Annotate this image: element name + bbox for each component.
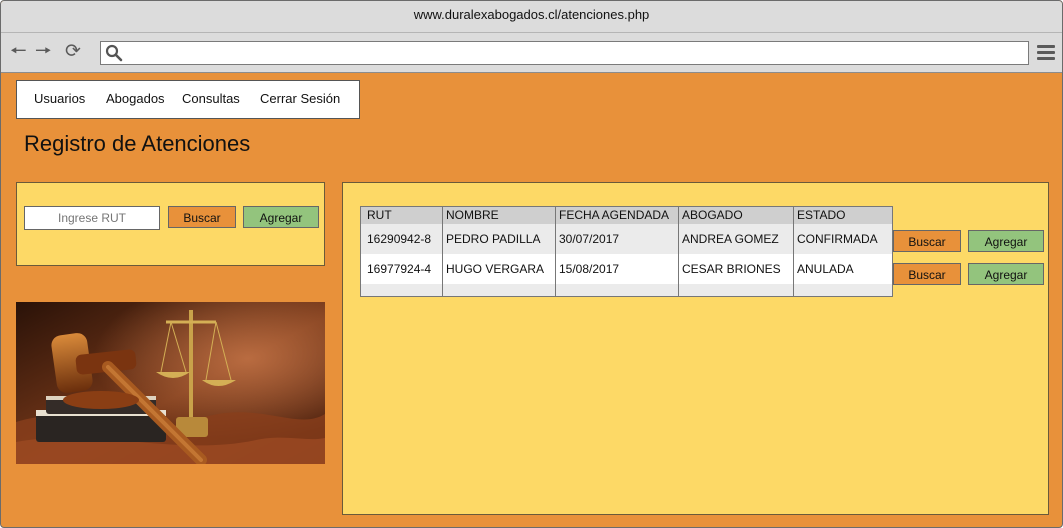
- column-divider: [442, 207, 443, 296]
- atenciones-table: RUT NOMBRE FECHA AGENDADA ABOGADO ESTADO…: [360, 206, 893, 297]
- table-cell: 16977924-4: [367, 262, 432, 276]
- address-bar[interactable]: [100, 41, 1029, 65]
- browser-toolbar: 🠔 🠖 ⟳: [1, 33, 1062, 73]
- main-menu: Usuarios Abogados Consultas Cerrar Sesió…: [16, 80, 360, 119]
- table-cell: ANDREA GOMEZ: [682, 232, 779, 246]
- column-divider: [555, 207, 556, 296]
- search-panel: Buscar Agregar: [16, 182, 325, 266]
- table-cell: CESAR BRIONES: [682, 262, 781, 276]
- menu-item-abogados[interactable]: Abogados: [106, 91, 165, 106]
- reload-icon[interactable]: ⟳: [65, 41, 81, 63]
- column-header-nombre: NOMBRE: [446, 208, 499, 222]
- hamburger-menu-icon[interactable]: [1037, 45, 1055, 63]
- search-icon: [105, 44, 123, 62]
- menu-item-cerrar-sesion[interactable]: Cerrar Sesión: [260, 91, 340, 106]
- gavel-scales-image: [16, 302, 325, 464]
- page-title: Registro de Atenciones: [24, 131, 251, 156]
- results-panel: RUT NOMBRE FECHA AGENDADA ABOGADO ESTADO…: [342, 182, 1049, 515]
- table-cell: CONFIRMADA: [797, 232, 878, 246]
- table-cell: 16290942-8: [367, 232, 432, 246]
- browser-window: www.duralexabogados.cl/atenciones.php 🠔 …: [0, 0, 1063, 528]
- table-cell: ANULADA: [797, 262, 854, 276]
- column-header-fecha: FECHA AGENDADA: [559, 208, 670, 222]
- rut-input[interactable]: [24, 206, 160, 230]
- table-cell: 30/07/2017: [559, 232, 620, 246]
- table-row-stripe: [361, 284, 892, 296]
- row-2-buscar-button[interactable]: Buscar: [893, 263, 961, 285]
- menu-item-consultas[interactable]: Consultas: [182, 91, 240, 106]
- row-1-buscar-button[interactable]: Buscar: [893, 230, 961, 252]
- buscar-button[interactable]: Buscar: [168, 206, 236, 228]
- row-2-agregar-button[interactable]: Agregar: [968, 263, 1044, 285]
- column-divider: [793, 207, 794, 296]
- table-cell: HUGO VERGARA: [446, 262, 545, 276]
- row-1-agregar-button[interactable]: Agregar: [968, 230, 1044, 252]
- column-header-abogado: ABOGADO: [682, 208, 743, 222]
- url-title: www.duralexabogados.cl/atenciones.php: [1, 1, 1062, 33]
- column-divider: [678, 207, 679, 296]
- column-header-estado: ESTADO: [797, 208, 846, 222]
- forward-arrow-icon[interactable]: 🠖: [35, 41, 52, 63]
- back-arrow-icon[interactable]: 🠔: [10, 41, 27, 63]
- menu-item-usuarios[interactable]: Usuarios: [34, 91, 85, 106]
- table-cell: PEDRO PADILLA: [446, 232, 541, 246]
- column-header-rut: RUT: [367, 208, 392, 222]
- agregar-button[interactable]: Agregar: [243, 206, 319, 228]
- table-cell: 15/08/2017: [559, 262, 620, 276]
